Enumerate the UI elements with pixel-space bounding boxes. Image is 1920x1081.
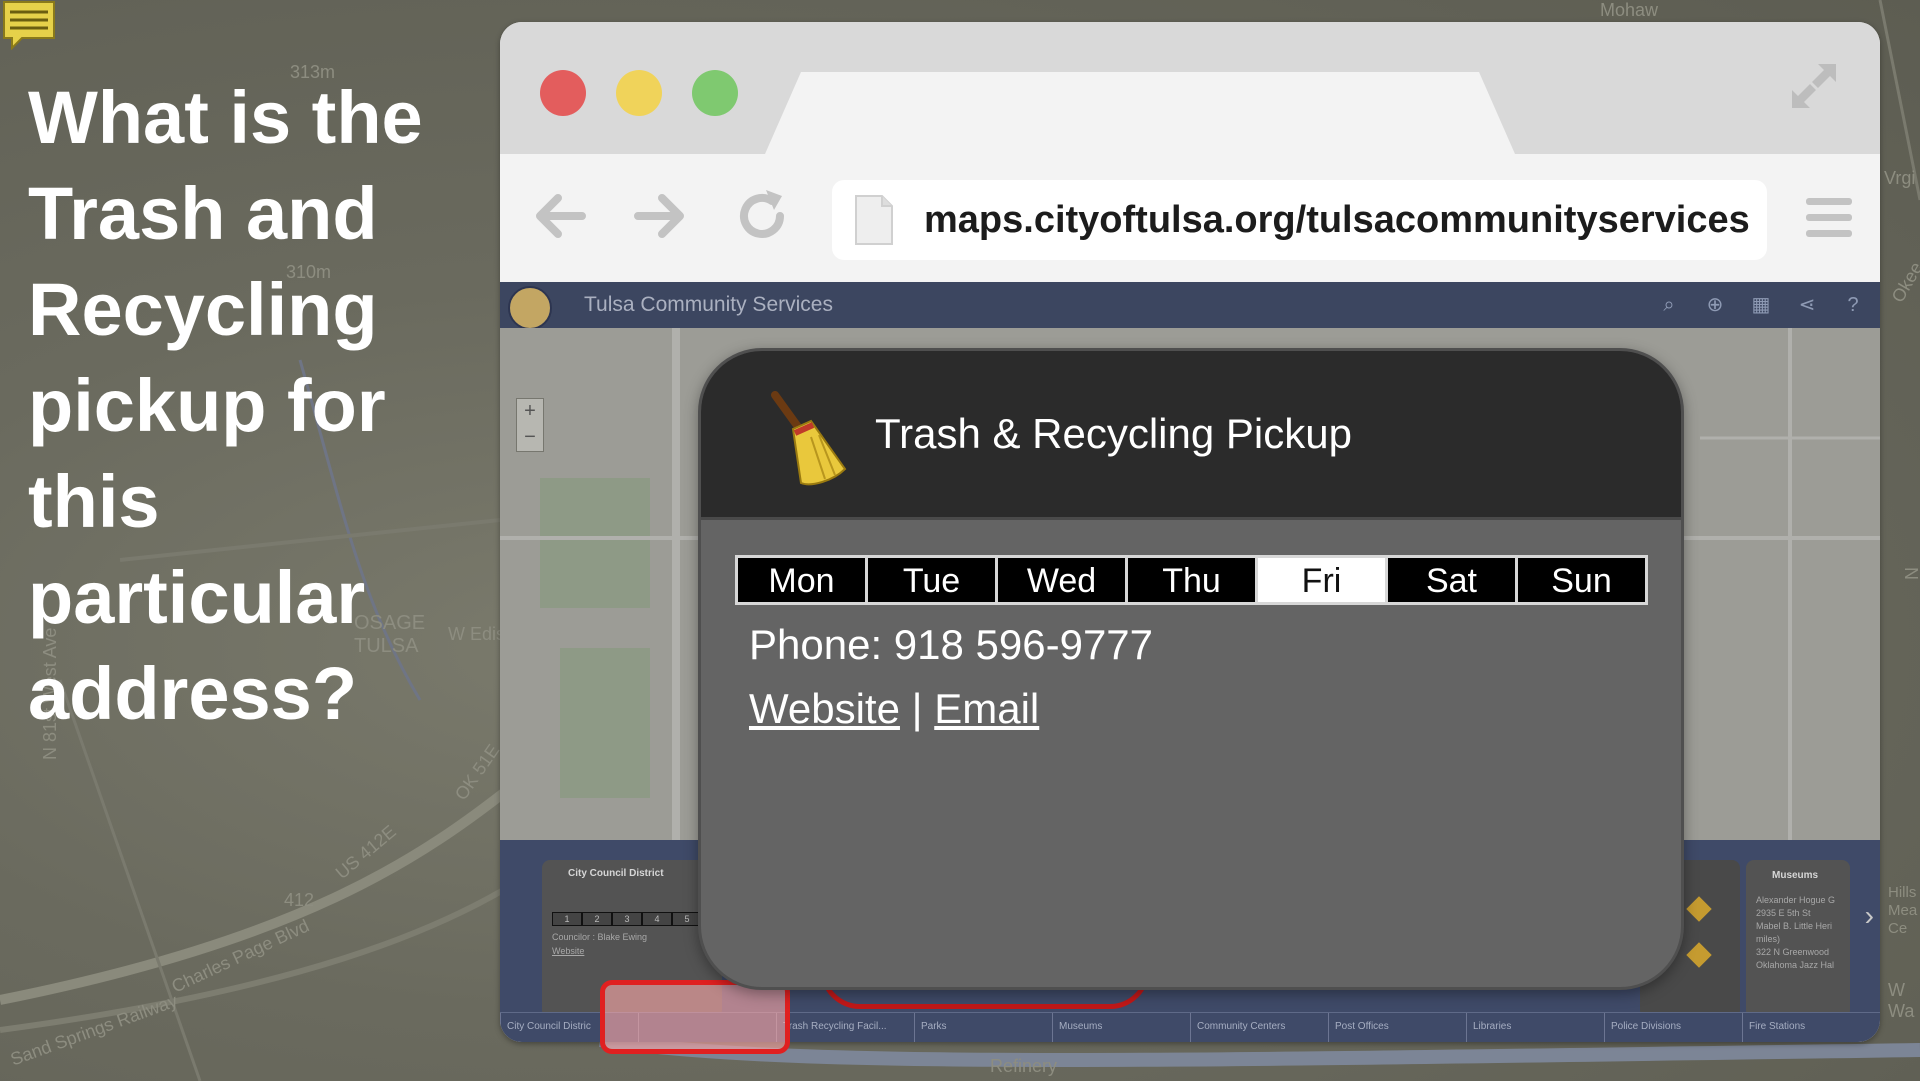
district-number: 3 <box>612 912 642 926</box>
locate-icon[interactable]: ⊕ <box>1702 292 1728 318</box>
grid-icon[interactable]: ▦ <box>1748 292 1774 318</box>
arrow-left-icon[interactable] <box>528 184 592 248</box>
phone-number: Phone: 918 596-9777 <box>749 621 1154 668</box>
day-fri: Fri <box>1258 558 1385 602</box>
museum-line: miles) <box>1756 934 1780 944</box>
map-label: Hills Mea Ce <box>1888 884 1918 937</box>
question-heading: What is the Trash and Recycling pickup f… <box>28 76 423 735</box>
popup-links: Website | Email <box>749 685 1039 733</box>
tab-police-divisions[interactable]: Police Divisions <box>1604 1013 1742 1042</box>
tab-parks[interactable]: Parks <box>914 1013 1052 1042</box>
browser-titlebar <box>500 22 1880 154</box>
card-title: City Council District <box>568 868 664 879</box>
website-link[interactable]: Website <box>749 685 900 732</box>
popup-title: Trash & Recycling Pickup <box>875 410 1352 457</box>
day-sat: Sat <box>1388 558 1515 602</box>
app-header: Tulsa Community Services ⌕ ⊕ ▦ ⋖ ? <box>500 282 1880 330</box>
link-separator: | <box>911 685 923 732</box>
councilor-text: Councilor : Blake Ewing <box>552 932 648 942</box>
sign-icon <box>1686 896 1712 922</box>
museums-card[interactable]: Museums Alexander Hogue G 2935 E 5th St … <box>1746 860 1850 1018</box>
trash-pickup-popup: Trash & Recycling Pickup Mon Tue Wed Thu… <box>698 348 1684 990</box>
reload-icon[interactable] <box>730 184 794 248</box>
card-title: Museums <box>1772 870 1819 881</box>
tab-libraries[interactable]: Libraries <box>1466 1013 1604 1042</box>
pickup-day-selector: Mon Tue Wed Thu Fri Sat Sun <box>735 555 1648 605</box>
app-toolbar: ⌕ ⊕ ▦ ⋖ ? <box>1656 292 1866 318</box>
chevron-right-icon[interactable]: › <box>1865 900 1874 932</box>
url-text: maps.cityoftulsa.org/tulsacommunityservi… <box>924 199 1750 241</box>
day-wed: Wed <box>998 558 1125 602</box>
council-website-link[interactable]: Website <box>552 946 584 956</box>
tab-community-centers[interactable]: Community Centers <box>1190 1013 1328 1042</box>
district-numbers: 1 2 3 4 5 <box>552 912 702 926</box>
sign-icon <box>1686 942 1712 968</box>
museum-line: Alexander Hogue G <box>1756 895 1836 905</box>
museum-line: Mabel B. Little Heri <box>1756 921 1833 931</box>
email-link[interactable]: Email <box>934 685 1039 732</box>
popup-header: Trash & Recycling Pickup <box>701 351 1681 520</box>
district-number: 2 <box>582 912 612 926</box>
map-label: W Wa <box>1888 980 1915 1021</box>
address-bar[interactable]: maps.cityoftulsa.org/tulsacommunityservi… <box>832 180 1767 260</box>
search-icon[interactable]: ⌕ <box>1656 292 1682 318</box>
map-label: Mohaw <box>1600 0 1659 20</box>
highlight-box <box>600 980 790 1054</box>
help-icon[interactable]: ? <box>1840 292 1866 318</box>
district-number: 1 <box>552 912 582 926</box>
day-sun: Sun <box>1518 558 1645 602</box>
day-mon: Mon <box>738 558 865 602</box>
map-label: Vrgi <box>1884 168 1916 188</box>
map-label: N Tacoma Ave <box>1902 567 1920 580</box>
map-label: Refinery <box>990 1056 1058 1076</box>
maximize-button[interactable] <box>692 70 738 116</box>
tab-museums[interactable]: Museums <box>1052 1013 1190 1042</box>
tab-post-offices[interactable]: Post Offices <box>1328 1013 1466 1042</box>
district-number: 4 <box>642 912 672 926</box>
hamburger-menu-icon[interactable] <box>1804 196 1854 240</box>
minimize-button[interactable] <box>616 70 662 116</box>
museum-line: 322 N Greenwood <box>1756 947 1830 957</box>
map-label: 412 <box>284 890 315 910</box>
page-icon <box>855 195 893 245</box>
tab-fire-stations[interactable]: Fire Stations <box>1742 1013 1880 1042</box>
day-tue: Tue <box>868 558 995 602</box>
arrow-right-icon[interactable] <box>628 184 692 248</box>
note-icon[interactable] <box>2 0 56 50</box>
tab-trash-facilities[interactable]: Trash Recycling Facil... <box>776 1013 914 1042</box>
expand-icon[interactable] <box>1786 58 1842 114</box>
zoom-control: + − <box>516 398 544 452</box>
broom-icon <box>771 391 847 486</box>
city-seal-logo <box>508 286 552 330</box>
browser-toolbar: maps.cityoftulsa.org/tulsacommunityservi… <box>500 154 1880 282</box>
app-title: Tulsa Community Services <box>584 293 833 316</box>
zoom-in-button[interactable]: + <box>517 399 543 425</box>
day-thu: Thu <box>1128 558 1255 602</box>
close-button[interactable] <box>540 70 586 116</box>
museum-list: Alexander Hogue G 2935 E 5th St Mabel B.… <box>1756 894 1835 972</box>
zoom-out-button[interactable]: − <box>517 425 543 451</box>
museum-line: 2935 E 5th St <box>1756 908 1811 918</box>
share-icon[interactable]: ⋖ <box>1794 292 1820 318</box>
browser-tab[interactable] <box>765 72 1515 154</box>
museum-line: Oklahoma Jazz Hal <box>1756 960 1835 970</box>
